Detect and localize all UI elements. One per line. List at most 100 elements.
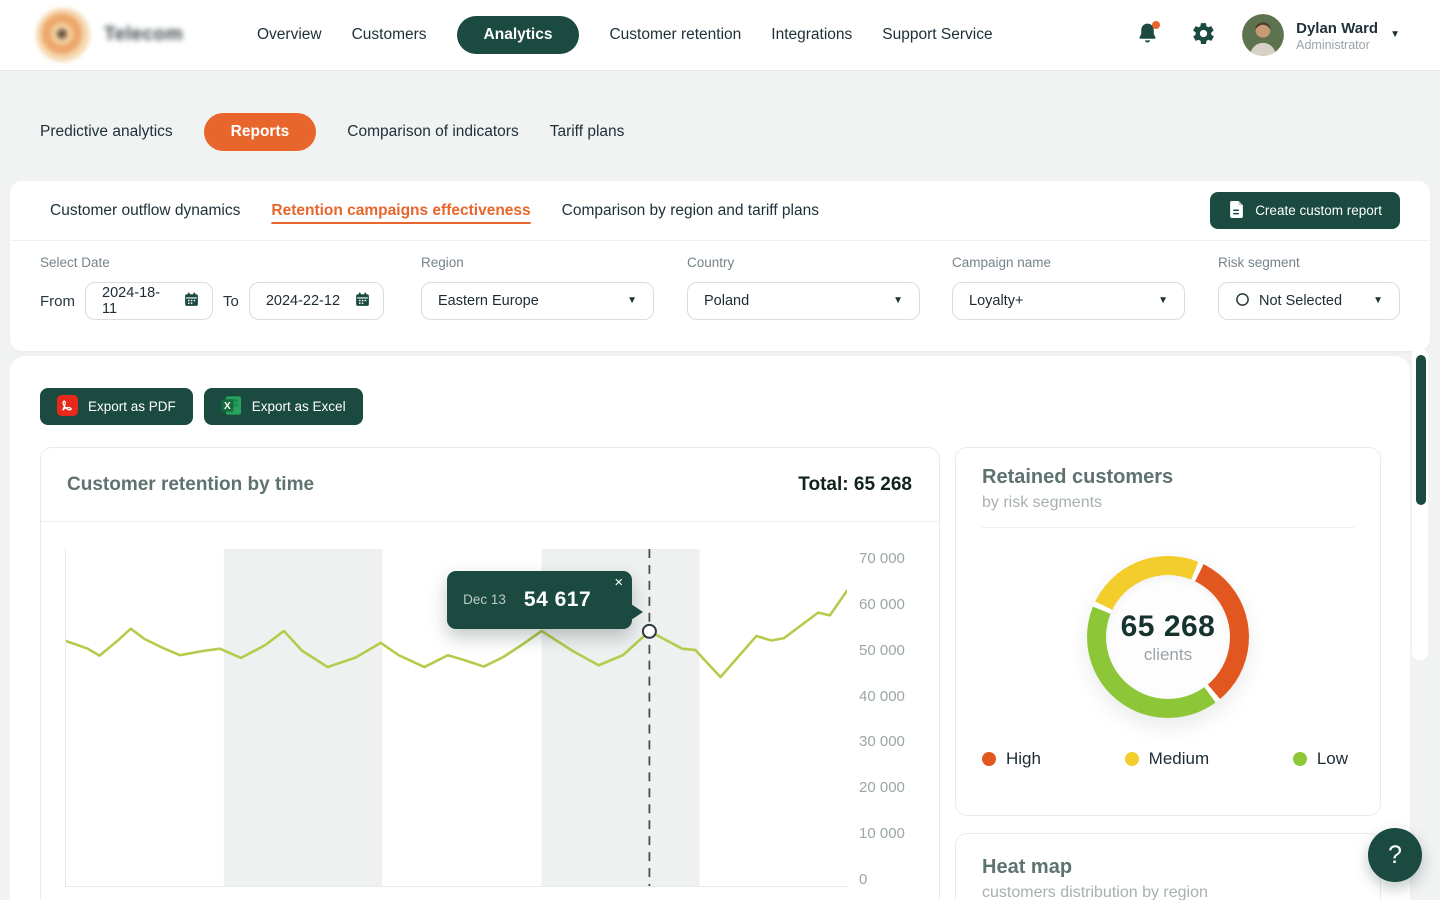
notifications-button[interactable]	[1130, 18, 1164, 52]
filter-risk-segment: Risk segment Not Selected ▼	[1218, 255, 1400, 320]
user-info: Dylan Ward Administrator	[1296, 19, 1378, 52]
legend-label-low: Low	[1317, 749, 1348, 769]
country-value: Poland	[704, 293, 749, 309]
to-label: To	[223, 293, 239, 310]
legend-label-high: High	[1006, 749, 1041, 769]
subtab-customer-outflow-dynamics[interactable]: Customer outflow dynamics	[50, 202, 240, 220]
y-tick-label: 40 000	[859, 688, 905, 705]
calendar-icon[interactable]	[183, 291, 200, 312]
y-axis-ticks: 010 00020 00030 00040 00050 00060 00070 …	[859, 549, 939, 887]
settings-button[interactable]	[1186, 18, 1220, 52]
risk-donut-chart: 65 268 clients	[1087, 556, 1249, 718]
region-select[interactable]: Eastern Europe ▼	[421, 282, 654, 320]
user-role: Administrator	[1296, 38, 1378, 52]
subtab-comparison-by-region[interactable]: Comparison by region and tariff plans	[562, 202, 819, 220]
legend-item-medium: Medium	[1125, 749, 1209, 769]
excel-badge-icon: X	[221, 395, 242, 419]
filters-row: Select Date From 2024-18-11 To 2024-22-1…	[10, 241, 1430, 350]
tab-reports[interactable]: Reports	[204, 113, 317, 151]
y-tick-label: 30 000	[859, 733, 905, 750]
y-tick-label: 70 000	[859, 550, 905, 567]
y-tick-label: 10 000	[859, 825, 905, 842]
tab-tariff-plans[interactable]: Tariff plans	[550, 123, 625, 141]
user-menu[interactable]: Dylan Ward Administrator ▼	[1242, 14, 1400, 56]
avatar	[1242, 14, 1284, 56]
filter-select-date: Select Date From 2024-18-11 To 2024-22-1…	[40, 255, 384, 320]
report-subtabs: Customer outflow dynamics Retention camp…	[10, 181, 1430, 241]
from-label: From	[40, 293, 75, 310]
report-panel: Customer outflow dynamics Retention camp…	[10, 181, 1430, 351]
country-label: Country	[687, 255, 920, 270]
brand: Telecom	[36, 8, 257, 62]
line-chart-plot[interactable]: 010 00020 00030 00040 00050 00060 00070 …	[65, 549, 847, 887]
date-from-input[interactable]: 2024-18-11	[85, 282, 213, 320]
risk-segment-label: Risk segment	[1218, 255, 1400, 270]
date-from-value: 2024-18-11	[102, 285, 173, 317]
region-value: Eastern Europe	[438, 293, 539, 309]
chevron-down-icon: ▼	[1390, 30, 1400, 40]
report-content: Export as PDF X Export as Excel Customer…	[10, 356, 1410, 900]
nav-actions: Dylan Ward Administrator ▼	[1130, 14, 1400, 56]
gear-icon	[1191, 21, 1216, 49]
export-toolbar: Export as PDF X Export as Excel	[40, 388, 1385, 425]
retained-customers-card: Retained customers by risk segments 65 2…	[955, 447, 1381, 816]
donut-card-subtitle: by risk segments	[982, 494, 1354, 512]
export-pdf-label: Export as PDF	[88, 399, 176, 414]
country-select[interactable]: Poland ▼	[687, 282, 920, 320]
heat-map-card: Heat map customers distribution by regio…	[955, 833, 1381, 900]
scrollbar-thumb[interactable]	[1416, 355, 1426, 505]
create-custom-report-label: Create custom report	[1255, 203, 1382, 218]
nav-item-customers[interactable]: Customers	[352, 26, 427, 44]
nav-item-customer-retention[interactable]: Customer retention	[609, 26, 741, 44]
document-icon	[1228, 200, 1245, 222]
date-to-value: 2024-22-12	[266, 293, 340, 309]
donut-center-label: clients	[1144, 645, 1192, 665]
total-label: Total:	[798, 474, 848, 495]
heat-map-title: Heat map	[982, 856, 1354, 879]
tab-predictive-analytics[interactable]: Predictive analytics	[40, 123, 173, 141]
export-pdf-button[interactable]: Export as PDF	[40, 388, 193, 425]
legend-dot-high	[982, 752, 996, 766]
nav-item-integrations[interactable]: Integrations	[771, 26, 852, 44]
filter-country: Country Poland ▼	[687, 255, 920, 320]
user-name: Dylan Ward	[1296, 19, 1378, 38]
legend-label-medium: Medium	[1149, 749, 1209, 769]
create-custom-report-button[interactable]: Create custom report	[1210, 192, 1400, 229]
date-to-input[interactable]: 2024-22-12	[249, 282, 384, 320]
select-date-label: Select Date	[40, 255, 384, 270]
main-nav: Overview Customers Analytics Customer re…	[257, 16, 993, 54]
nav-item-analytics[interactable]: Analytics	[457, 16, 580, 54]
export-excel-button[interactable]: X Export as Excel	[204, 388, 363, 425]
nav-item-overview[interactable]: Overview	[257, 26, 322, 44]
brand-logo-icon	[36, 8, 90, 62]
donut-center-value: 65 268	[1121, 610, 1216, 644]
donut-card-title: Retained customers	[982, 466, 1354, 489]
filter-campaign-name: Campaign name Loyalty+ ▼	[952, 255, 1185, 320]
svg-text:X: X	[224, 400, 231, 411]
nav-item-support-service[interactable]: Support Service	[882, 26, 992, 44]
risk-legend: High Medium Low	[956, 749, 1380, 769]
chart-tooltip: Dec 13 54 617 ×	[447, 571, 632, 629]
tab-comparison-of-indicators[interactable]: Comparison of indicators	[347, 123, 518, 141]
scrollbar-track[interactable]	[1412, 348, 1428, 660]
y-tick-label: 50 000	[859, 642, 905, 659]
risk-segment-select[interactable]: Not Selected ▼	[1218, 282, 1400, 320]
chart-title: Customer retention by time	[67, 474, 314, 496]
subtab-retention-campaigns-effectiveness[interactable]: Retention campaigns effectiveness	[271, 202, 530, 220]
chevron-down-icon: ▼	[627, 296, 637, 306]
total-value: 65 268	[854, 474, 912, 495]
y-tick-label: 0	[859, 871, 867, 888]
legend-dot-medium	[1125, 752, 1139, 766]
top-nav-bar: Telecom Overview Customers Analytics Cus…	[0, 0, 1440, 71]
calendar-icon[interactable]	[354, 291, 371, 312]
tooltip-value: 54 617	[524, 588, 591, 612]
campaign-name-label: Campaign name	[952, 255, 1185, 270]
help-button[interactable]: ?	[1368, 828, 1422, 882]
tooltip-arrow	[631, 604, 643, 620]
tooltip-close-button[interactable]: ×	[614, 575, 623, 590]
campaign-value: Loyalty+	[969, 293, 1023, 309]
campaign-select[interactable]: Loyalty+ ▼	[952, 282, 1185, 320]
risk-segment-value: Not Selected	[1259, 293, 1342, 309]
right-column: Retained customers by risk segments 65 2…	[955, 447, 1381, 900]
filter-region: Region Eastern Europe ▼	[421, 255, 654, 320]
